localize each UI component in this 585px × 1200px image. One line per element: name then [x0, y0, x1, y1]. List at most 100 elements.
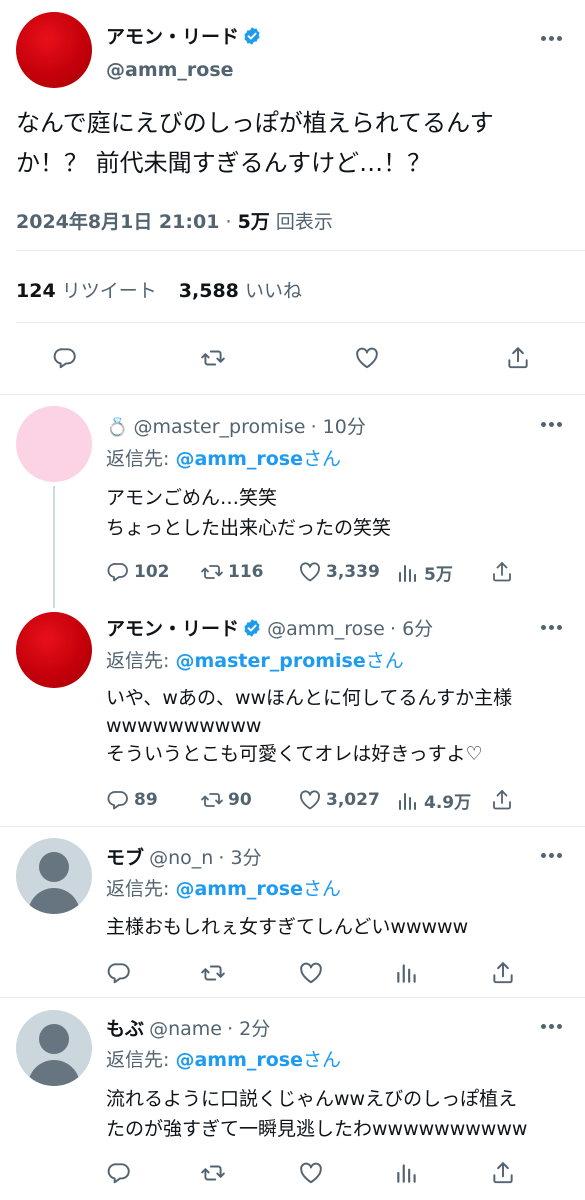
- retweet-button[interactable]: 90: [200, 788, 252, 812]
- reply-time[interactable]: · 10分: [311, 416, 366, 438]
- reply-text-line: いや、wあの、wwほんとに何してるんすか主様: [106, 687, 513, 709]
- reply-button[interactable]: 102: [106, 560, 170, 584]
- share-button[interactable]: [490, 788, 518, 812]
- views-button[interactable]: 4.9万: [396, 788, 471, 813]
- reply-icon: [106, 1160, 132, 1186]
- author-handle[interactable]: @master_promise: [134, 416, 306, 438]
- avatar[interactable]: [16, 406, 92, 482]
- retweet-button[interactable]: [200, 960, 230, 986]
- reply-to-handle[interactable]: @amm_rose: [175, 448, 303, 470]
- share-button[interactable]: [490, 960, 520, 986]
- divider: [16, 250, 585, 251]
- retweet-count: 116: [228, 562, 264, 582]
- reply-button[interactable]: [106, 1160, 136, 1186]
- author-handle[interactable]: @name: [149, 1018, 222, 1040]
- like-stat[interactable]: 3,588 いいね: [179, 280, 302, 302]
- reply-time[interactable]: · 6分: [390, 618, 433, 640]
- reply-count: 102: [134, 562, 170, 582]
- author-name[interactable]: モブ: [106, 847, 144, 869]
- views-button[interactable]: [394, 960, 424, 986]
- more-icon[interactable]: [541, 625, 563, 631]
- reply-icon: [52, 345, 78, 371]
- share-button[interactable]: [490, 1160, 520, 1186]
- reply-to-handle[interactable]: @master_promise: [175, 650, 365, 672]
- like-button[interactable]: 3,027: [298, 788, 380, 812]
- share-button[interactable]: [490, 560, 518, 584]
- reply-to-handle[interactable]: @amm_rose: [175, 878, 303, 900]
- author-name-row[interactable]: アモン・リード: [106, 22, 262, 49]
- like-icon: [298, 788, 322, 812]
- reply-to-handle[interactable]: @amm_rose: [175, 1049, 303, 1071]
- more-icon[interactable]: [541, 36, 563, 42]
- retweet-icon: [200, 788, 224, 812]
- separator: ·: [225, 211, 232, 233]
- tweet-text-line: なんで庭にえびのしっぽが植えられてるんす: [16, 109, 494, 137]
- share-icon: [490, 788, 514, 812]
- like-button[interactable]: [298, 960, 328, 986]
- reply-button[interactable]: [52, 345, 82, 371]
- reply-to-suffix: さん: [303, 878, 342, 900]
- reply-button[interactable]: 89: [106, 788, 158, 812]
- reply-icon: [106, 960, 132, 986]
- reply-icon: [106, 560, 130, 584]
- verified-badge-icon: [242, 26, 262, 46]
- reply-text-line: そういうとこも可愛くてオレは好きっすよ♡: [106, 743, 483, 765]
- reply-to-suffix: さん: [303, 448, 342, 470]
- author-handle[interactable]: @amm_rose: [106, 59, 234, 81]
- views-icon: [394, 960, 420, 986]
- avatar[interactable]: [16, 12, 92, 88]
- retweet-button[interactable]: [200, 1160, 230, 1186]
- avatar[interactable]: [16, 1010, 92, 1086]
- reply-to-suffix: さん: [365, 650, 404, 672]
- reply-text-line: wwwwwwwwww: [106, 715, 262, 737]
- avatar[interactable]: [16, 838, 92, 914]
- verified-badge-icon: [242, 618, 262, 638]
- reply-text-line: 主様おもしれぇ女すぎてしんどいwwwww: [106, 916, 469, 938]
- retweet-button[interactable]: 116: [200, 560, 264, 584]
- author-handle[interactable]: @amm_rose: [267, 618, 385, 640]
- reply-text-line: ちょっとした出来心だったの笑笑: [106, 517, 392, 539]
- views-label: 回表示: [275, 211, 333, 233]
- share-icon: [490, 560, 514, 584]
- reply-button[interactable]: [106, 960, 136, 986]
- like-icon: [298, 560, 322, 584]
- reply-header: もぶ @name · 2分: [106, 1014, 270, 1041]
- retweet-stat[interactable]: 124 リツイート: [16, 280, 157, 302]
- retweet-button[interactable]: [200, 345, 230, 371]
- share-icon: [490, 1160, 516, 1186]
- reply-to-prefix: 返信先:: [106, 448, 176, 470]
- reply-time[interactable]: · 2分: [227, 1018, 270, 1040]
- reply-time[interactable]: · 3分: [218, 847, 261, 869]
- author-name[interactable]: アモン・リード: [106, 618, 239, 640]
- share-button[interactable]: [505, 345, 535, 371]
- like-button[interactable]: [298, 1160, 328, 1186]
- more-icon[interactable]: [541, 422, 563, 428]
- likes-label: いいね: [244, 280, 302, 302]
- share-icon: [505, 345, 531, 371]
- reply-to-prefix: 返信先:: [106, 878, 176, 900]
- author-name[interactable]: アモン・リード: [106, 26, 239, 48]
- ring-emoji: 💍: [106, 417, 129, 438]
- author-handle[interactable]: @no_n: [149, 847, 213, 869]
- views-button[interactable]: 5万: [396, 560, 453, 585]
- reply-to: 返信先: @amm_roseさん: [106, 444, 341, 471]
- likes-count: 3,588: [178, 280, 239, 302]
- like-button[interactable]: [354, 345, 384, 371]
- like-button[interactable]: 3,339: [298, 560, 380, 584]
- views-count: 5万: [237, 211, 270, 233]
- reply-header: 💍 @master_promise · 10分: [106, 412, 366, 439]
- more-icon[interactable]: [541, 853, 563, 859]
- retweets-count: 124: [16, 280, 56, 302]
- more-icon[interactable]: [541, 1024, 563, 1030]
- divider: [0, 826, 585, 827]
- reply-header: アモン・リード @amm_rose · 6分: [106, 614, 433, 641]
- timestamp[interactable]: 2024年8月1日 21:01: [16, 211, 219, 233]
- reply-to: 返信先: @master_promiseさん: [106, 646, 404, 673]
- reply-to-prefix: 返信先:: [106, 650, 176, 672]
- views-icon: [396, 789, 420, 813]
- avatar[interactable]: [16, 612, 92, 688]
- reply-to-suffix: さん: [303, 1049, 342, 1071]
- retweet-icon: [200, 1160, 226, 1186]
- views-button[interactable]: [394, 1160, 424, 1186]
- author-name[interactable]: もぶ: [106, 1018, 144, 1040]
